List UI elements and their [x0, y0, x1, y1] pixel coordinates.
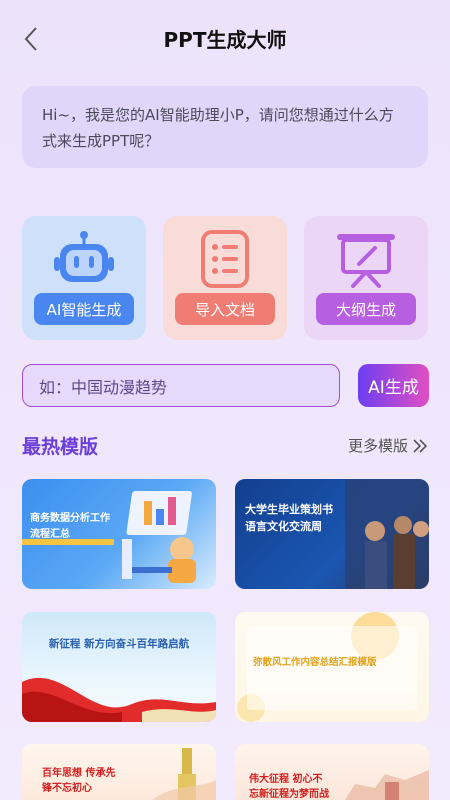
template-title-line1: 伟大征程 初心不 — [249, 774, 323, 785]
template-card[interactable]: 伟大征程 初心不 忘新征程为梦而战 — [235, 744, 429, 800]
red-ribbon-illustration — [22, 677, 216, 722]
mode-import-document-label: 导入文档 — [175, 293, 275, 325]
document-list-icon — [201, 230, 249, 288]
section-title: 最热模版 — [22, 436, 99, 458]
template-card[interactable]: 大学生毕业策划书 语言文化交流周 — [235, 479, 429, 589]
presentation-board-icon — [337, 234, 395, 288]
mode-ai-generate-label: AI智能生成 — [34, 293, 134, 325]
more-templates-link[interactable]: 更多模版 — [348, 435, 428, 456]
assistant-message: Hi~，我是您的AI智能助理小P，请问您想通过什么方式来生成PPT呢？ — [22, 86, 428, 168]
template-card[interactable]: 百年思想 传承先 锋不忘初心 — [22, 744, 216, 800]
mode-import-document[interactable]: 导入文档 — [163, 216, 287, 340]
template-card[interactable]: 弥散风工作内容总结汇报模版 — [235, 612, 429, 722]
template-title-line1: 商务数据分析工作 — [30, 513, 110, 524]
robot-icon — [54, 231, 114, 282]
template-card[interactable]: 商务数据分析工作 流程汇总 — [22, 479, 216, 589]
double-chevron-right-icon — [413, 438, 428, 453]
template-title-line2: 流程汇总 — [30, 529, 70, 540]
ai-generate-button[interactable]: AI生成 — [358, 364, 429, 407]
template-title-line2: 语言文化交流周 — [245, 520, 322, 533]
app-header: PPT生成大师 — [0, 0, 450, 76]
page-title: PPT生成大师 — [163, 28, 287, 52]
template-card[interactable]: 新征程 新方向奋斗百年路启航 — [22, 612, 216, 722]
template-title-line2: 忘新征程为梦而战 — [249, 789, 329, 800]
template-title-line1: 弥散风工作内容总结汇报模版 — [253, 657, 377, 668]
mode-outline-generate[interactable]: 大纲生成 — [304, 216, 428, 340]
generation-modes: AI智能生成 导入文档 大纲生成 — [22, 216, 428, 340]
mode-ai-generate[interactable]: AI智能生成 — [22, 216, 146, 340]
mode-outline-generate-label: 大纲生成 — [316, 293, 416, 325]
template-title-line1: 大学生毕业策划书 — [245, 503, 333, 516]
topic-input[interactable]: 如：中国动漫趋势 — [22, 364, 340, 407]
template-title-line1: 新征程 新方向奋斗百年路启航 — [48, 638, 190, 650]
template-title-line2: 锋不忘初心 — [42, 783, 92, 794]
more-templates-label: 更多模版 — [347, 437, 408, 455]
students-photo — [345, 479, 429, 589]
template-title-line1: 百年思想 传承先 — [42, 768, 116, 779]
